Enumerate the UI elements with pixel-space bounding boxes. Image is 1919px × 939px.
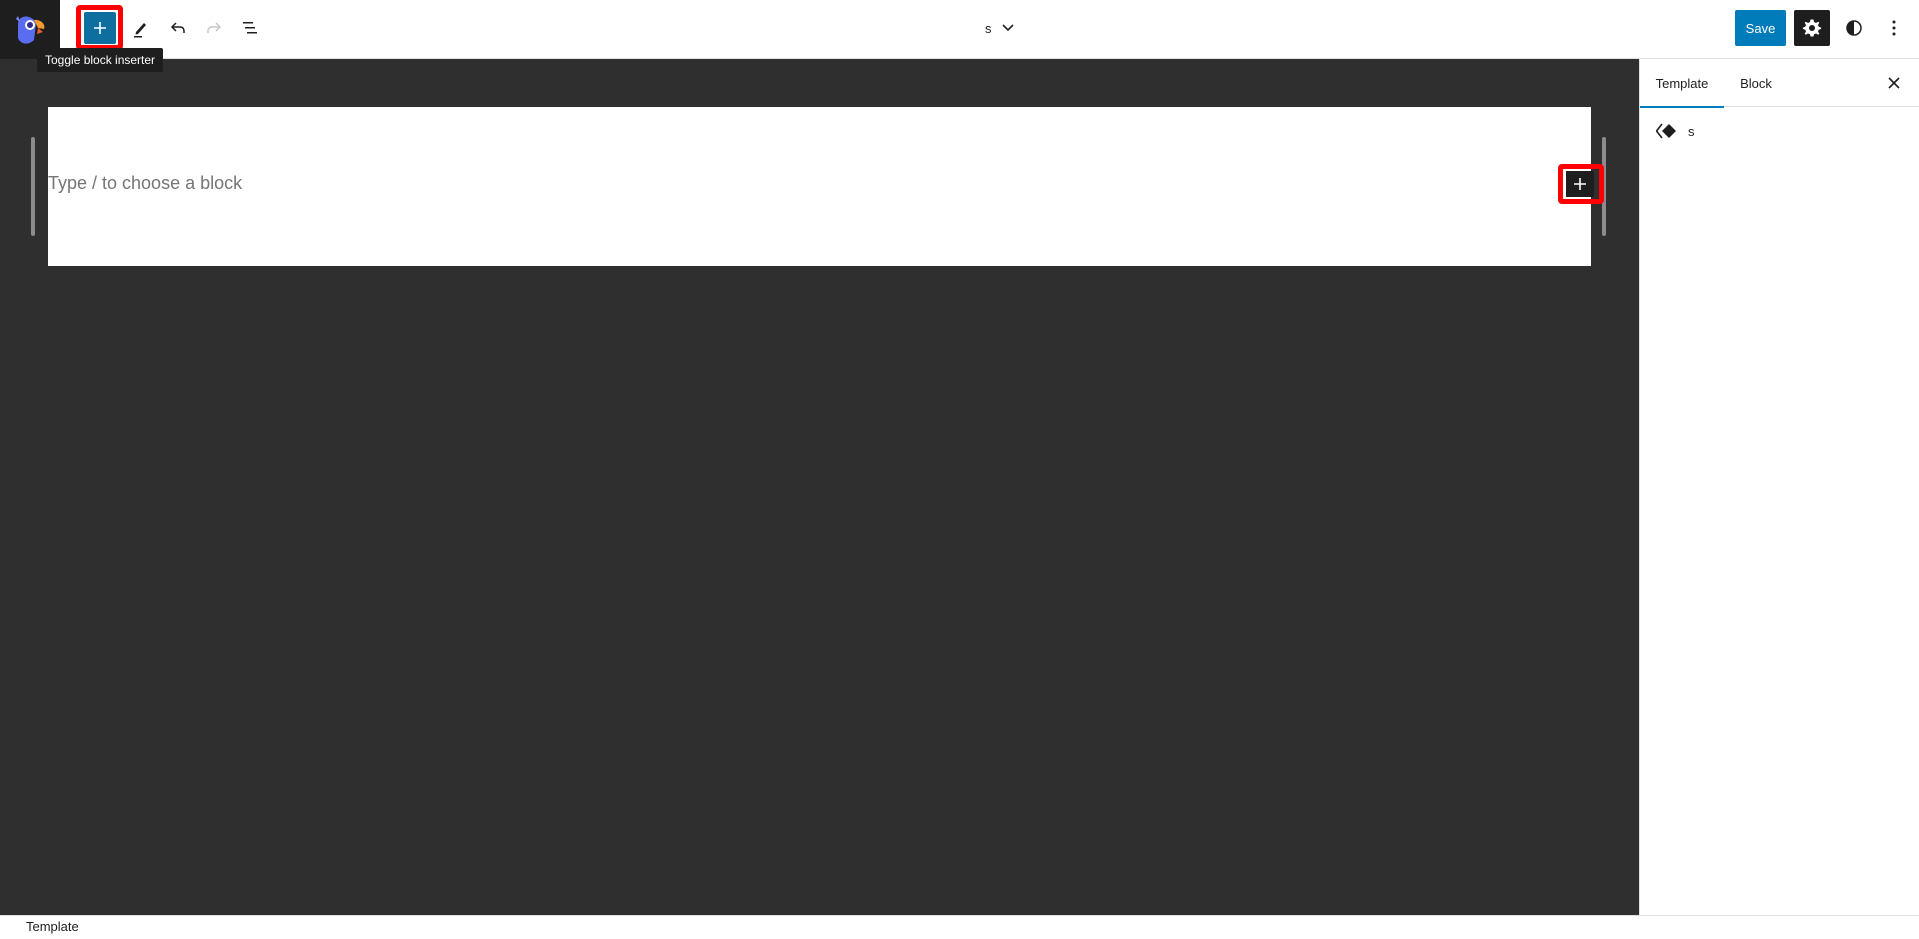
editor-canvas: Type / to choose a block	[0, 59, 1639, 915]
undo-button[interactable]	[162, 12, 194, 44]
template-page[interactable]: Type / to choose a block	[48, 107, 1591, 266]
plus-icon	[1574, 178, 1586, 190]
chevron-down-icon	[1001, 24, 1014, 32]
save-button[interactable]: Save	[1735, 10, 1786, 46]
close-icon	[1888, 77, 1900, 89]
breadcrumb-template[interactable]: Template	[26, 919, 79, 934]
close-sidebar-button[interactable]	[1882, 67, 1906, 99]
block-placeholder[interactable]: Type / to choose a block	[48, 173, 242, 194]
tools-button[interactable]	[125, 12, 157, 44]
template-name: s	[1688, 123, 1695, 139]
sidebar-tabs: Template Block	[1640, 59, 1919, 108]
list-view-button[interactable]	[234, 12, 266, 44]
gear-icon	[1803, 19, 1821, 37]
template-summary: s	[1656, 123, 1695, 139]
block-inserter-button[interactable]	[84, 12, 116, 44]
redo-button[interactable]	[198, 12, 230, 44]
pencil-icon	[134, 23, 146, 38]
inserter-tooltip: Toggle block inserter	[37, 48, 164, 72]
undo-icon	[170, 22, 185, 33]
half-circle-icon	[1846, 20, 1862, 36]
editor-header: Toggle block inserter s Save	[0, 0, 1919, 72]
tab-template[interactable]: Template	[1640, 59, 1724, 108]
styles-button[interactable]	[1838, 10, 1870, 46]
tab-block[interactable]: Block	[1724, 59, 1788, 107]
document-title: s	[985, 20, 992, 36]
document-title-dropdown[interactable]: s	[985, 16, 1014, 40]
add-block-button[interactable]	[1566, 171, 1594, 197]
plus-icon	[94, 22, 106, 34]
resize-handle-left[interactable]	[31, 137, 35, 236]
vertical-ellipsis-icon	[1892, 20, 1896, 36]
parrot-logo-icon	[16, 15, 45, 44]
editor-footer: Template	[0, 915, 1919, 939]
redo-icon	[207, 22, 222, 33]
settings-button[interactable]	[1794, 10, 1830, 46]
settings-sidebar: Template Block s	[1639, 59, 1919, 915]
layout-diamond-icon	[1656, 123, 1676, 139]
list-view-icon	[243, 22, 257, 34]
options-button[interactable]	[1878, 10, 1910, 46]
